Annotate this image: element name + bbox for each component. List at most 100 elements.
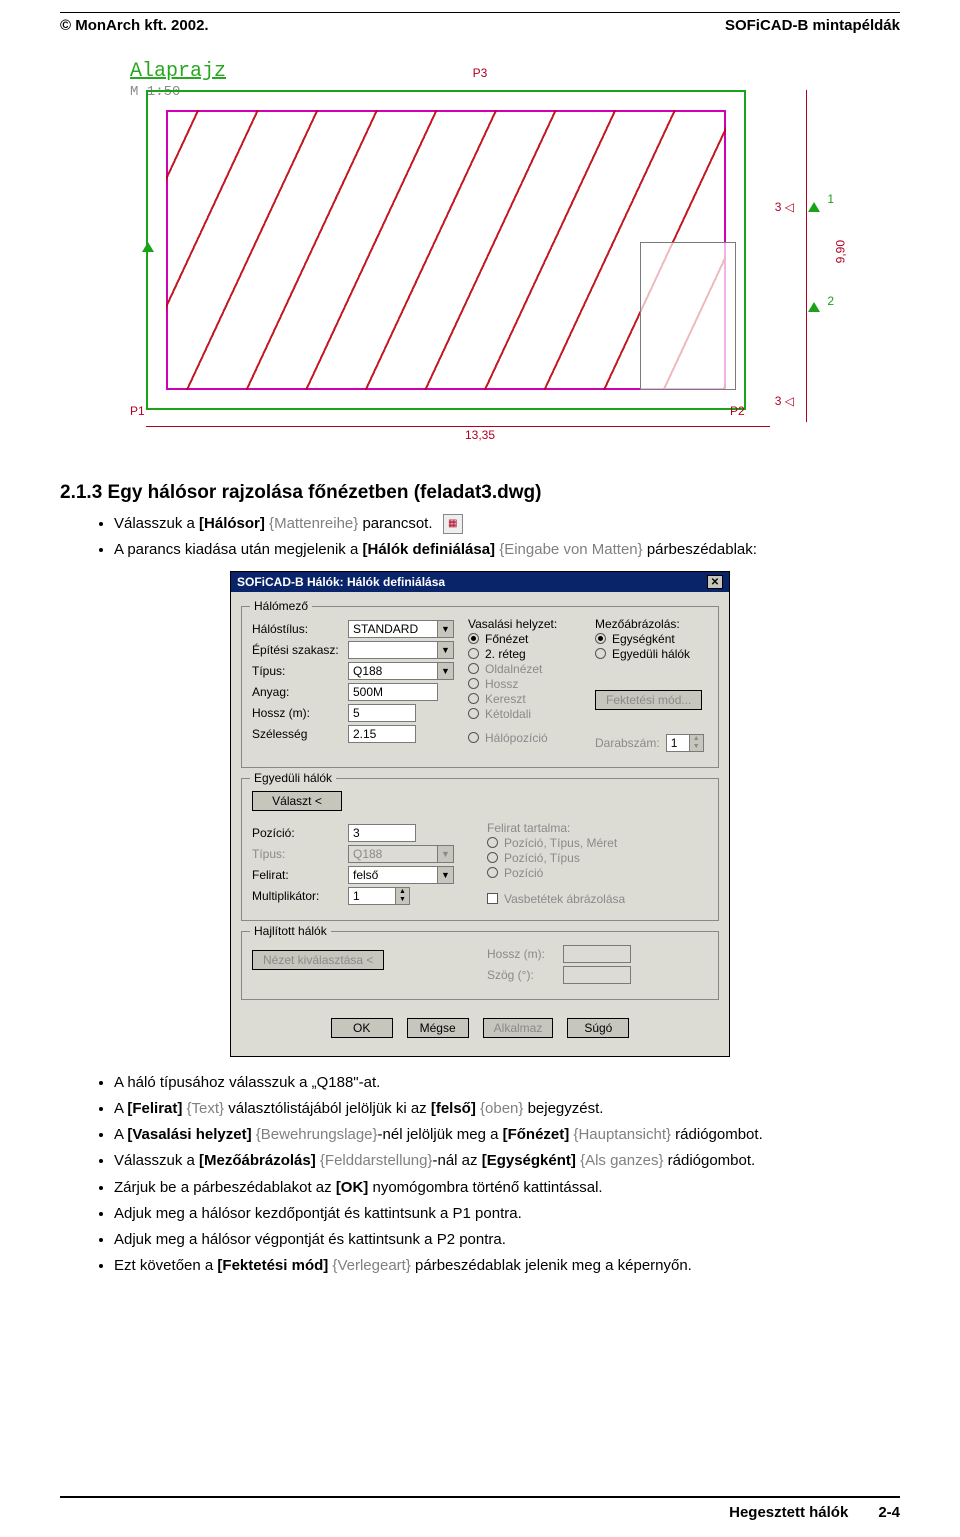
step-click-p2: Adjuk meg a hálósor végpontját és kattin… bbox=[114, 1230, 900, 1250]
label-vasalasi-helyzet: Vasalási helyzet: bbox=[468, 617, 581, 631]
label-halostilus: Hálóstílus: bbox=[252, 622, 342, 636]
label-anyag: Anyag: bbox=[252, 685, 342, 699]
section-marker-right-2 bbox=[808, 302, 820, 312]
input-halostilus[interactable] bbox=[348, 620, 438, 638]
group-egyeduli-legend: Egyedüli hálók bbox=[250, 771, 336, 785]
chevron-down-icon[interactable]: ▼ bbox=[396, 896, 409, 904]
label-szelesseg: Szélesség bbox=[252, 727, 342, 741]
input-anyag[interactable] bbox=[348, 683, 438, 701]
header-left: © MonArch kft. 2002. bbox=[60, 17, 209, 34]
radio-fonezet[interactable]: Főnézet bbox=[468, 632, 581, 646]
input-darabszam bbox=[666, 734, 690, 752]
header-right: SOFiCAD-B mintapéldák bbox=[725, 17, 900, 34]
input-szelesseg[interactable] bbox=[348, 725, 416, 743]
combo-epitesi-szakasz[interactable]: ▼ bbox=[348, 641, 454, 659]
dialog-title: SOFiCAD-B Hálók: Hálók definiálása bbox=[237, 575, 445, 589]
radio-kereszt: Kereszt bbox=[468, 692, 581, 706]
input-eh-felirat[interactable] bbox=[348, 866, 438, 884]
panel-sub-rect bbox=[640, 242, 736, 390]
section-heading: 2.1.3 Egy hálósor rajzolása főnézetben (… bbox=[60, 482, 900, 504]
label-tipus: Típus: bbox=[252, 664, 342, 678]
chevron-down-icon[interactable]: ▼ bbox=[438, 620, 454, 638]
cut-mark-1: 1 bbox=[827, 192, 834, 206]
label-eh-multiplikator: Multiplikátor: bbox=[252, 889, 342, 903]
cut-mark-top: 3 ◁ bbox=[775, 200, 794, 214]
dim-line-bottom bbox=[146, 426, 770, 428]
bullet-open-dialog: A parancs kiadása után megjelenik a [Hál… bbox=[114, 540, 900, 560]
label-darabszam: Darabszám: bbox=[595, 736, 660, 750]
radio-pt: Pozíció, Típus bbox=[487, 851, 708, 865]
section-marker-right-1 bbox=[808, 202, 820, 212]
combo-halostilus[interactable]: ▼ bbox=[348, 620, 454, 638]
label-eh-tipus: Típus: bbox=[252, 847, 342, 861]
combo-eh-tipus: ▼ bbox=[348, 845, 454, 863]
mattenreihe-icon bbox=[443, 514, 463, 534]
btn-valaszt[interactable]: Választ < bbox=[252, 791, 342, 811]
step-close-ok: Zárjuk be a párbeszédablakot az [OK] nyo… bbox=[114, 1178, 900, 1198]
chevron-down-icon[interactable]: ▼ bbox=[438, 641, 454, 659]
chevron-up-icon: ▲ bbox=[690, 735, 703, 743]
label-hossz: Hossz (m): bbox=[252, 706, 342, 720]
label-p2: P2 bbox=[730, 404, 745, 418]
radio-2reteg[interactable]: 2. réteg bbox=[468, 647, 581, 661]
label-haj-hossz: Hossz (m): bbox=[487, 947, 557, 961]
radio-egyeduli-halok[interactable]: Egyedüli hálók bbox=[595, 647, 708, 661]
dim-right-value: 9,90 bbox=[833, 240, 847, 263]
btn-nezet-kivalasztasa: Nézet kiválasztása < bbox=[252, 950, 384, 970]
combo-tipus[interactable]: ▼ bbox=[348, 662, 454, 680]
floorplan-figure: Alaprajz M 1:50 13,35 9,90 P3 P1 P2 3 ◁ … bbox=[60, 62, 900, 446]
label-felirat-tartalma: Felirat tartalma: bbox=[487, 821, 708, 835]
spin-darabszam: ▲▼ bbox=[666, 734, 704, 752]
input-haj-hossz bbox=[563, 945, 631, 963]
section-marker-left-1 bbox=[142, 242, 154, 252]
input-epitesi[interactable] bbox=[348, 641, 438, 659]
step-vasalasi-fonezet: A [Vasalási helyzet] {Bewehrungslage}-né… bbox=[114, 1125, 900, 1145]
label-p3: P3 bbox=[473, 66, 488, 80]
label-eh-felirat: Felirat: bbox=[252, 868, 342, 882]
bullet-select-command: Válasszuk a [Hálósor] {Mattenreihe} para… bbox=[114, 514, 900, 534]
cut-mark-bottom: 3 ◁ bbox=[775, 394, 794, 408]
radio-ptm: Pozíció, Típus, Méret bbox=[487, 836, 708, 850]
label-mezoabrazolas: Mezőábrázolás: bbox=[595, 617, 708, 631]
combo-eh-felirat[interactable]: ▼ bbox=[348, 866, 454, 884]
input-hossz[interactable] bbox=[348, 704, 416, 722]
btn-fektetesi-mod[interactable]: Fektetési mód... bbox=[595, 690, 702, 710]
input-haj-szog bbox=[563, 966, 631, 984]
step-felirat-felso: A [Felirat] {Text} választólistájából je… bbox=[114, 1099, 900, 1119]
label-haj-szog: Szög (°): bbox=[487, 968, 557, 982]
step-click-p1: Adjuk meg a hálósor kezdőpontját és katt… bbox=[114, 1204, 900, 1224]
cut-mark-2: 2 bbox=[827, 294, 834, 308]
chevron-down-icon[interactable]: ▼ bbox=[438, 866, 454, 884]
input-eh-pozicio[interactable] bbox=[348, 824, 416, 842]
group-halomezo-legend: Hálómező bbox=[250, 599, 312, 613]
input-tipus[interactable] bbox=[348, 662, 438, 680]
group-halomezo: Hálómező Hálóstílus: ▼ Építési szakasz: bbox=[241, 606, 719, 768]
radio-halopozicio: Hálópozíció bbox=[468, 731, 581, 745]
chevron-down-icon: ▼ bbox=[438, 845, 454, 863]
dim-bottom-value: 13,35 bbox=[465, 428, 495, 442]
input-eh-multiplikator[interactable] bbox=[348, 887, 396, 905]
radio-ketoldali: Kétoldali bbox=[468, 707, 581, 721]
spin-multiplikator[interactable]: ▲▼ bbox=[348, 887, 410, 905]
step-mezoabrazolas: Válasszuk a [Mezőábrázolás] {Felddarstel… bbox=[114, 1151, 900, 1171]
close-icon[interactable]: ✕ bbox=[707, 575, 723, 589]
footer-title: Hegesztett hálók bbox=[729, 1504, 848, 1521]
dialog-halok-definialasa: SOFiCAD-B Hálók: Hálók definiálása ✕ Hál… bbox=[230, 571, 730, 1057]
btn-sugo[interactable]: Súgó bbox=[567, 1018, 629, 1038]
group-hajlitott-legend: Hajlított hálók bbox=[250, 924, 331, 938]
btn-megse[interactable]: Mégse bbox=[407, 1018, 469, 1038]
radio-egysegkent[interactable]: Egységként bbox=[595, 632, 708, 646]
label-eh-pozicio: Pozíció: bbox=[252, 826, 342, 840]
chevron-down-icon: ▼ bbox=[690, 743, 703, 751]
label-p1: P1 bbox=[130, 404, 145, 418]
group-egyeduli-halok: Egyedüli hálók Választ < Pozíció: Típus:… bbox=[241, 778, 719, 921]
group-hajlitott-halok: Hajlított hálók Nézet kiválasztása < Hos… bbox=[241, 931, 719, 1000]
dim-line-right bbox=[806, 90, 808, 422]
input-eh-tipus bbox=[348, 845, 438, 863]
step-next-dialog: Ezt követően a [Fektetési mód] {Verlegea… bbox=[114, 1256, 900, 1276]
chevron-down-icon[interactable]: ▼ bbox=[438, 662, 454, 680]
btn-ok[interactable]: OK bbox=[331, 1018, 393, 1038]
label-epitesi: Építési szakasz: bbox=[252, 643, 342, 657]
step-select-q188: A háló típusához válasszuk a „Q188"-at. bbox=[114, 1073, 900, 1093]
chevron-up-icon[interactable]: ▲ bbox=[396, 888, 409, 896]
